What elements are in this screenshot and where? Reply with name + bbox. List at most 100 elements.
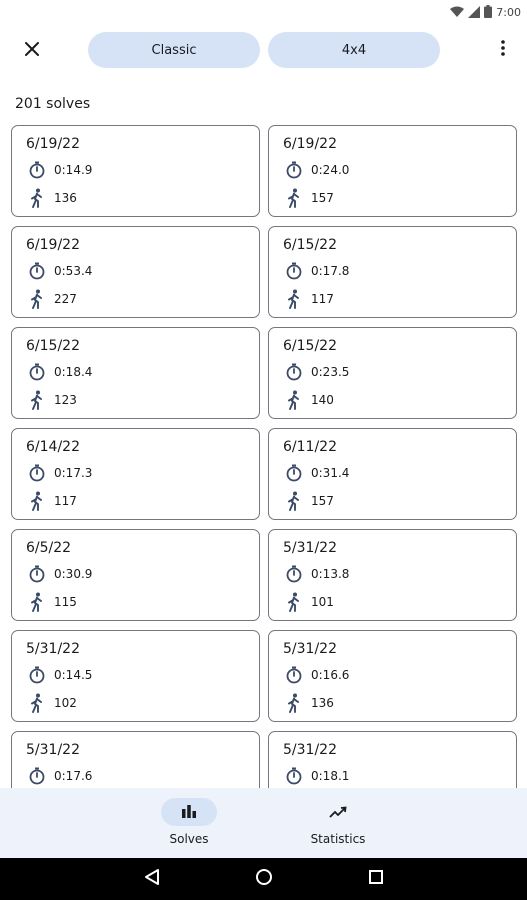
nav-item-solves[interactable]: Solves xyxy=(129,798,249,846)
nav-label-statistics: Statistics xyxy=(310,832,366,846)
solve-moves: 102 xyxy=(54,696,77,710)
solve-time: 0:23.5 xyxy=(311,365,350,379)
walking-person-icon xyxy=(283,490,305,512)
solve-card[interactable]: 6/15/22 0:18.4 123 xyxy=(11,327,260,419)
solve-card[interactable]: 6/14/22 0:17.3 117 xyxy=(11,428,260,520)
solve-card[interactable]: 5/31/22 0:18.1 xyxy=(268,731,517,788)
more-vert-icon xyxy=(501,40,505,60)
solve-card[interactable]: 6/19/22 0:14.9 136 xyxy=(11,125,260,217)
more-options-button[interactable] xyxy=(489,32,517,68)
bar-chart-icon xyxy=(181,803,197,822)
stopwatch-icon xyxy=(26,361,48,383)
home-circle-icon xyxy=(255,868,273,890)
top-app-bar: Classic 4x4 xyxy=(0,22,527,78)
solve-moves: 101 xyxy=(311,595,334,609)
solve-time-row: 0:24.0 xyxy=(283,156,516,184)
solve-date: 6/15/22 xyxy=(283,237,337,253)
solve-date: 5/31/22 xyxy=(26,641,80,657)
status-icons: 7:00 xyxy=(450,3,521,22)
mode-chip[interactable]: Classic xyxy=(88,32,260,68)
solve-moves: 117 xyxy=(311,292,334,306)
solve-time-row: 0:18.1 xyxy=(283,762,516,788)
solve-moves: 136 xyxy=(54,191,77,205)
solve-date: 6/14/22 xyxy=(26,439,80,455)
signal-icon xyxy=(468,3,481,22)
solve-time: 0:13.8 xyxy=(311,567,350,581)
solve-moves-row: 136 xyxy=(26,184,259,212)
status-time: 7:00 xyxy=(496,6,521,19)
solve-moves: 227 xyxy=(54,292,77,306)
walking-person-icon xyxy=(26,490,48,512)
stopwatch-icon xyxy=(26,765,48,787)
puzzle-size-chip[interactable]: 4x4 xyxy=(268,32,440,68)
solve-card[interactable]: 6/19/22 0:24.0 157 xyxy=(268,125,517,217)
solve-time-row: 0:17.6 xyxy=(26,762,259,788)
solve-date: 5/31/22 xyxy=(283,742,337,758)
solve-card[interactable]: 6/15/22 0:17.8 117 xyxy=(268,226,517,318)
solve-moves: 117 xyxy=(54,494,77,508)
solve-date: 6/19/22 xyxy=(283,136,337,152)
nav-label-solves: Solves xyxy=(169,832,209,846)
solve-time-row: 0:30.9 xyxy=(26,560,259,588)
solve-time: 0:18.1 xyxy=(311,769,350,783)
solve-date: 5/31/22 xyxy=(283,540,337,556)
stopwatch-icon xyxy=(283,765,305,787)
home-button[interactable] xyxy=(251,866,277,892)
solves-grid-inner: 6/19/22 0:14.9 136 6/19/22 0:24.0 157 6/19/22 0… xyxy=(11,125,517,788)
stopwatch-icon xyxy=(283,563,305,585)
solve-time: 0:18.4 xyxy=(54,365,93,379)
solve-card[interactable]: 6/5/22 0:30.9 115 xyxy=(11,529,260,621)
solve-card[interactable]: 5/31/22 0:17.6 xyxy=(11,731,260,788)
recents-button[interactable] xyxy=(363,866,389,892)
solve-card[interactable]: 6/19/22 0:53.4 227 xyxy=(11,226,260,318)
wifi-icon xyxy=(450,3,465,22)
back-button[interactable] xyxy=(139,866,165,892)
solve-time: 0:16.6 xyxy=(311,668,350,682)
stopwatch-icon xyxy=(283,462,305,484)
solve-moves: 123 xyxy=(54,393,77,407)
solve-card[interactable]: 5/31/22 0:14.5 102 xyxy=(11,630,260,722)
walking-person-icon xyxy=(26,389,48,411)
status-bar: 7:00 xyxy=(0,0,527,22)
stopwatch-icon xyxy=(26,563,48,585)
solve-date: 6/11/22 xyxy=(283,439,337,455)
solve-moves: 157 xyxy=(311,191,334,205)
solve-moves-row: 157 xyxy=(283,487,516,515)
walking-person-icon xyxy=(283,288,305,310)
solve-date: 5/31/22 xyxy=(26,742,80,758)
solve-card[interactable]: 5/31/22 0:16.6 136 xyxy=(268,630,517,722)
solves-count: 201 solves xyxy=(15,96,91,112)
solve-card[interactable]: 6/11/22 0:31.4 157 xyxy=(268,428,517,520)
solve-moves-row: 227 xyxy=(26,285,259,313)
back-triangle-icon xyxy=(144,868,160,890)
solve-time-row: 0:17.8 xyxy=(283,257,516,285)
battery-icon xyxy=(484,3,493,22)
nav-pill-solves xyxy=(161,798,217,826)
solve-moves-row: 123 xyxy=(26,386,259,414)
stopwatch-icon xyxy=(283,664,305,686)
solve-time: 0:31.4 xyxy=(311,466,350,480)
solve-time: 0:17.6 xyxy=(54,769,93,783)
solve-moves-row: 101 xyxy=(283,588,516,616)
walking-person-icon xyxy=(283,591,305,613)
system-navigation-bar xyxy=(0,858,527,900)
solve-date: 6/19/22 xyxy=(26,136,80,152)
nav-pill-statistics xyxy=(310,798,366,826)
solve-time-row: 0:31.4 xyxy=(283,459,516,487)
solve-card[interactable]: 6/15/22 0:23.5 140 xyxy=(268,327,517,419)
solve-moves-row: 136 xyxy=(283,689,516,717)
solve-time-row: 0:23.5 xyxy=(283,358,516,386)
solve-moves: 140 xyxy=(311,393,334,407)
stopwatch-icon xyxy=(26,159,48,181)
solve-time-row: 0:13.8 xyxy=(283,560,516,588)
nav-item-statistics[interactable]: Statistics xyxy=(278,798,398,846)
solve-card[interactable]: 5/31/22 0:13.8 101 xyxy=(268,529,517,621)
solve-time: 0:53.4 xyxy=(54,264,93,278)
walking-person-icon xyxy=(26,187,48,209)
solves-grid[interactable]: 6/19/22 0:14.9 136 6/19/22 0:24.0 157 6/19/22 0… xyxy=(11,125,517,788)
solve-date: 6/15/22 xyxy=(26,338,80,354)
solve-time: 0:24.0 xyxy=(311,163,350,177)
solve-date: 5/31/22 xyxy=(283,641,337,657)
close-button[interactable] xyxy=(14,32,50,68)
walking-person-icon xyxy=(26,591,48,613)
